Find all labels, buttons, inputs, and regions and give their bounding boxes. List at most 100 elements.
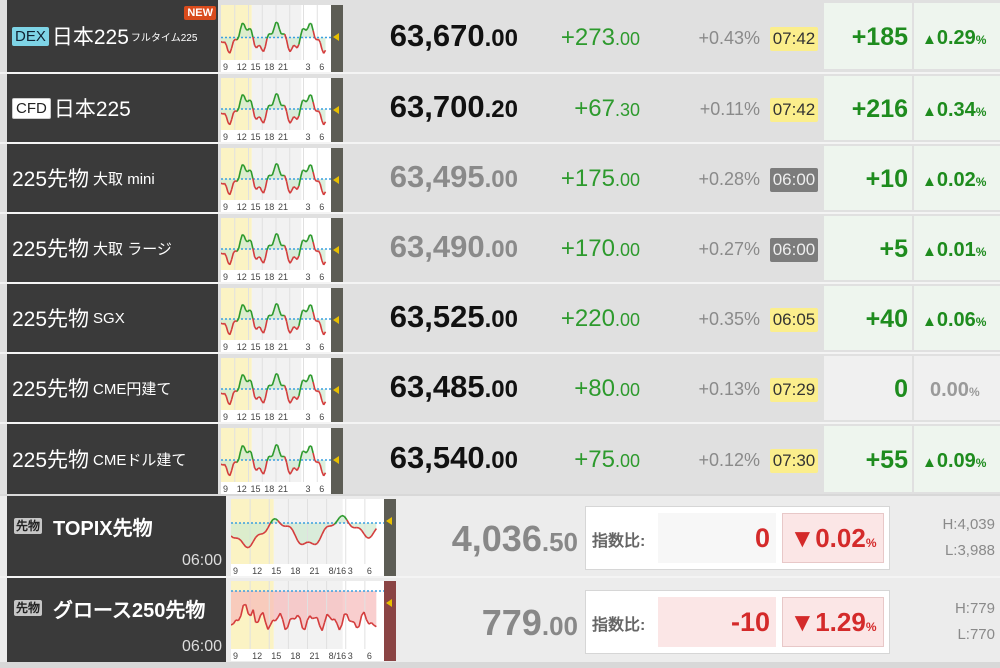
up-triangle-icon: ▲ — [922, 31, 937, 48]
sparkline: 9 12 15 18 21 3 6 — [221, 148, 331, 212]
quote-row-dex-nikkei225[interactable]: DEX 日本225 フルタイム225 NEW 9 12 15 18 21 3 6 63,67… — [0, 0, 1000, 72]
axis-tick-label: 9 — [223, 62, 228, 72]
axis-tick-label: 18 — [264, 412, 274, 422]
diff-percent: ▲0.09% — [914, 426, 1000, 492]
quote-row-225-sgx[interactable]: 225先物 SGX 9 12 15 18 21 3 6 63,525.00 +220.00 … — [0, 284, 1000, 352]
mini-chart[interactable]: 9 12 15 18 21 3 6 — [221, 288, 331, 352]
ratio-percent-value: 1.29 — [815, 607, 866, 637]
mini-chart[interactable]: 9 12 15 18 21 3 6 — [221, 78, 331, 142]
price-segment — [270, 104, 273, 107]
up-triangle-icon: ▲ — [922, 103, 937, 120]
diff-text: +216 — [851, 95, 908, 123]
axis-tick-label: 8/16 — [329, 651, 347, 661]
index-ratio-label: 指数比: — [592, 617, 646, 634]
axis-tick-label: 15 — [251, 272, 261, 282]
mini-chart[interactable]: 9 12 15 18 21 3 6 — [221, 148, 331, 212]
mini-chart[interactable]: 9 12 15 18 21 8/16 3 6 — [231, 499, 384, 576]
diff-percent-value: 0.34 — [936, 99, 976, 121]
diff-percent-value: 0.29 — [936, 27, 976, 49]
percent-unit: % — [975, 105, 987, 119]
instrument-name[interactable]: 225先物 SGX — [7, 284, 218, 352]
price-segment — [270, 384, 273, 387]
up-triangle-icon: ▲ — [922, 173, 937, 190]
axis-tick-label: 18 — [264, 342, 274, 352]
update-time: 06:00 — [770, 168, 818, 192]
instrument-subtitle: 大取 ラージ — [93, 240, 172, 258]
instrument-name[interactable]: 225先物 CME円建て — [7, 354, 218, 422]
up-triangle-icon: ▲ — [922, 454, 937, 471]
current-price-marker-icon — [333, 33, 339, 41]
mini-chart[interactable]: 9 12 15 18 21 3 6 — [221, 428, 331, 494]
diff-percent: 0.00% — [914, 356, 1000, 420]
quote-row-topix-futures[interactable]: 先物 TOPIX先物 06:00 9 12 15 18 21 8/16 3 6 4,036.5… — [0, 496, 1000, 576]
price-segment — [275, 232, 278, 236]
price-segment — [248, 239, 252, 242]
instrument-name[interactable]: 225先物 大取 mini — [7, 144, 218, 212]
instrument-name[interactable]: 225先物 大取 ラージ — [7, 214, 218, 282]
price-segment — [275, 92, 278, 96]
quote-row-225-osaka-mini[interactable]: 225先物 大取 mini 9 12 15 18 21 3 6 63,495.00 +175… — [0, 144, 1000, 212]
down-triangle-icon: ▼ — [789, 523, 816, 553]
price-segment — [248, 450, 252, 453]
price-segment — [302, 542, 306, 546]
axis-tick-label: 6 — [319, 484, 324, 494]
diff-percent: ▲0.06% — [914, 286, 1000, 350]
axis-tick-label: 12 — [237, 272, 247, 282]
instrument-name[interactable]: 先物 TOPIX先物 06:00 — [7, 496, 226, 576]
price-segment — [341, 514, 345, 518]
quote-row-225-cme-yen[interactable]: 225先物 CME円建て 9 12 15 18 21 3 6 63,485.00 +80.0… — [0, 354, 1000, 422]
axis-tick-label: 15 — [271, 566, 281, 576]
quote-row-cfd-nikkei225[interactable]: CFD 日本225 9 12 15 18 21 3 6 63,700.20 +67.30 +… — [0, 74, 1000, 142]
change-integer: +75 — [574, 446, 615, 473]
mini-chart[interactable]: 9 12 15 18 21 8/16 3 6 — [231, 581, 384, 661]
diff-percent-value: 0.09 — [936, 450, 976, 472]
mini-chart[interactable]: 9 12 15 18 21 3 6 — [221, 218, 331, 282]
price-change: +220.00 — [520, 305, 640, 333]
axis-tick-label: 3 — [348, 651, 353, 661]
price-segment — [270, 455, 273, 458]
change-percent: +0.27% — [698, 239, 760, 259]
mini-chart[interactable]: 9 12 15 18 21 3 6 — [221, 358, 331, 422]
new-badge: NEW — [184, 6, 216, 20]
price-decimal: .00 — [484, 166, 518, 193]
quote-row-growth250-futures[interactable]: 先物 グロース250先物 06:00 9 12 15 18 21 8/16 3 6 779.0… — [0, 578, 1000, 662]
price-segment — [257, 533, 261, 536]
instrument-name[interactable]: DEX 日本225 フルタイム225 NEW — [7, 0, 218, 72]
quote-row-225-cme-dollar[interactable]: 225先物 CMEドル建て 9 12 15 18 21 3 6 63,540.00 +75.… — [0, 424, 1000, 494]
axis-tick-label: 12 — [252, 651, 262, 661]
axis-tick-label: 6 — [319, 342, 324, 352]
quote-row-225-osaka-large[interactable]: 225先物 大取 ラージ 9 12 15 18 21 3 6 63,490.00 +170.… — [0, 214, 1000, 282]
price-integer: 63,670 — [389, 18, 485, 53]
sparkline: 9 12 15 18 21 8/16 3 6 — [231, 581, 384, 661]
axis-tick-label: 18 — [264, 272, 274, 282]
price-integer: 779 — [481, 602, 542, 643]
instrument-name[interactable]: 先物 グロース250先物 06:00 — [7, 578, 226, 662]
current-price-marker-icon — [333, 106, 339, 114]
axis-tick-label: 9 — [223, 272, 228, 282]
last-price: 63,495.00 — [343, 159, 518, 195]
axis-tick-label: 18 — [290, 651, 300, 661]
price-segment — [270, 174, 273, 177]
axis-tick-label: 6 — [319, 62, 324, 72]
instrument-name[interactable]: CFD 日本225 — [7, 74, 218, 142]
axis-tick-label: 15 — [251, 132, 261, 142]
axis-tick-label: 21 — [278, 132, 288, 142]
futures-badge: 先物 — [14, 600, 43, 616]
axis-tick-label: 6 — [367, 651, 372, 661]
percent-unit: % — [975, 245, 987, 259]
chart-edge — [331, 5, 343, 72]
axis-tick-label: 12 — [237, 484, 247, 494]
percent-unit: % — [968, 385, 980, 399]
price-decimal: .00 — [484, 306, 518, 333]
price-segment — [272, 517, 276, 521]
last-price: 779.00 — [396, 602, 578, 644]
mini-chart[interactable]: 9 12 15 18 21 3 6 — [221, 5, 331, 72]
last-price: 63,540.00 — [343, 440, 518, 476]
percent-unit: % — [865, 620, 877, 634]
price-integer: 4,036 — [451, 518, 542, 559]
axis-tick-label: 6 — [319, 412, 324, 422]
change-decimal: .30 — [614, 100, 640, 120]
price-segment — [248, 379, 252, 382]
instrument-name[interactable]: 225先物 CMEドル建て — [7, 424, 218, 494]
price-decimal: .00 — [484, 376, 518, 403]
